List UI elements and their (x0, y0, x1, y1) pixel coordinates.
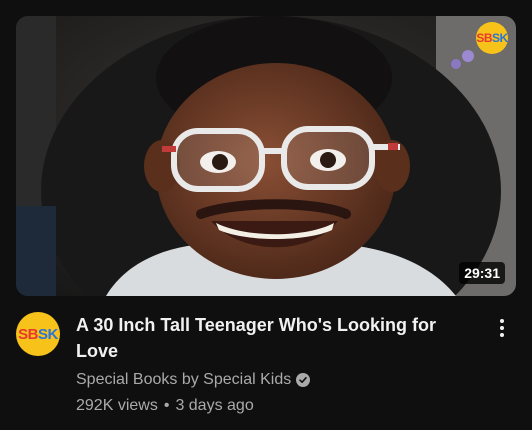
channel-row: Special Books by Special Kids (76, 369, 476, 391)
avatar-text-sk: SK (38, 325, 58, 343)
channel-avatar[interactable]: SB SK (16, 312, 60, 356)
upload-age: 3 days ago (175, 397, 254, 414)
watermark-text-sk: SK (492, 31, 508, 45)
more-actions-vertical-dots-icon[interactable] (490, 314, 514, 342)
avatar-text-sb: SB (18, 325, 38, 343)
video-stats: 292K views • 3 days ago (76, 395, 476, 417)
watermark-text-sb: SB (476, 31, 492, 45)
thumbnail-image (16, 16, 516, 296)
video-card[interactable]: SB SK 29:31 SB SK A 30 Inch Tall Teenager … (0, 0, 532, 430)
duration-badge: 29:31 (459, 262, 505, 284)
dot-icon (500, 326, 504, 330)
dot-icon (500, 319, 504, 323)
view-count: 292K views (76, 397, 158, 414)
verified-check-icon (296, 373, 311, 387)
video-meta: A 30 Inch Tall Teenager Who's Looking fo… (76, 312, 476, 417)
stats-separator: • (163, 397, 170, 414)
video-thumbnail[interactable]: SB SK 29:31 (16, 16, 516, 296)
dot-icon (500, 333, 504, 337)
video-title[interactable]: A 30 Inch Tall Teenager Who's Looking fo… (76, 312, 476, 364)
channel-name[interactable]: Special Books by Special Kids (76, 369, 291, 391)
channel-watermark-logo: SB SK (476, 22, 508, 54)
